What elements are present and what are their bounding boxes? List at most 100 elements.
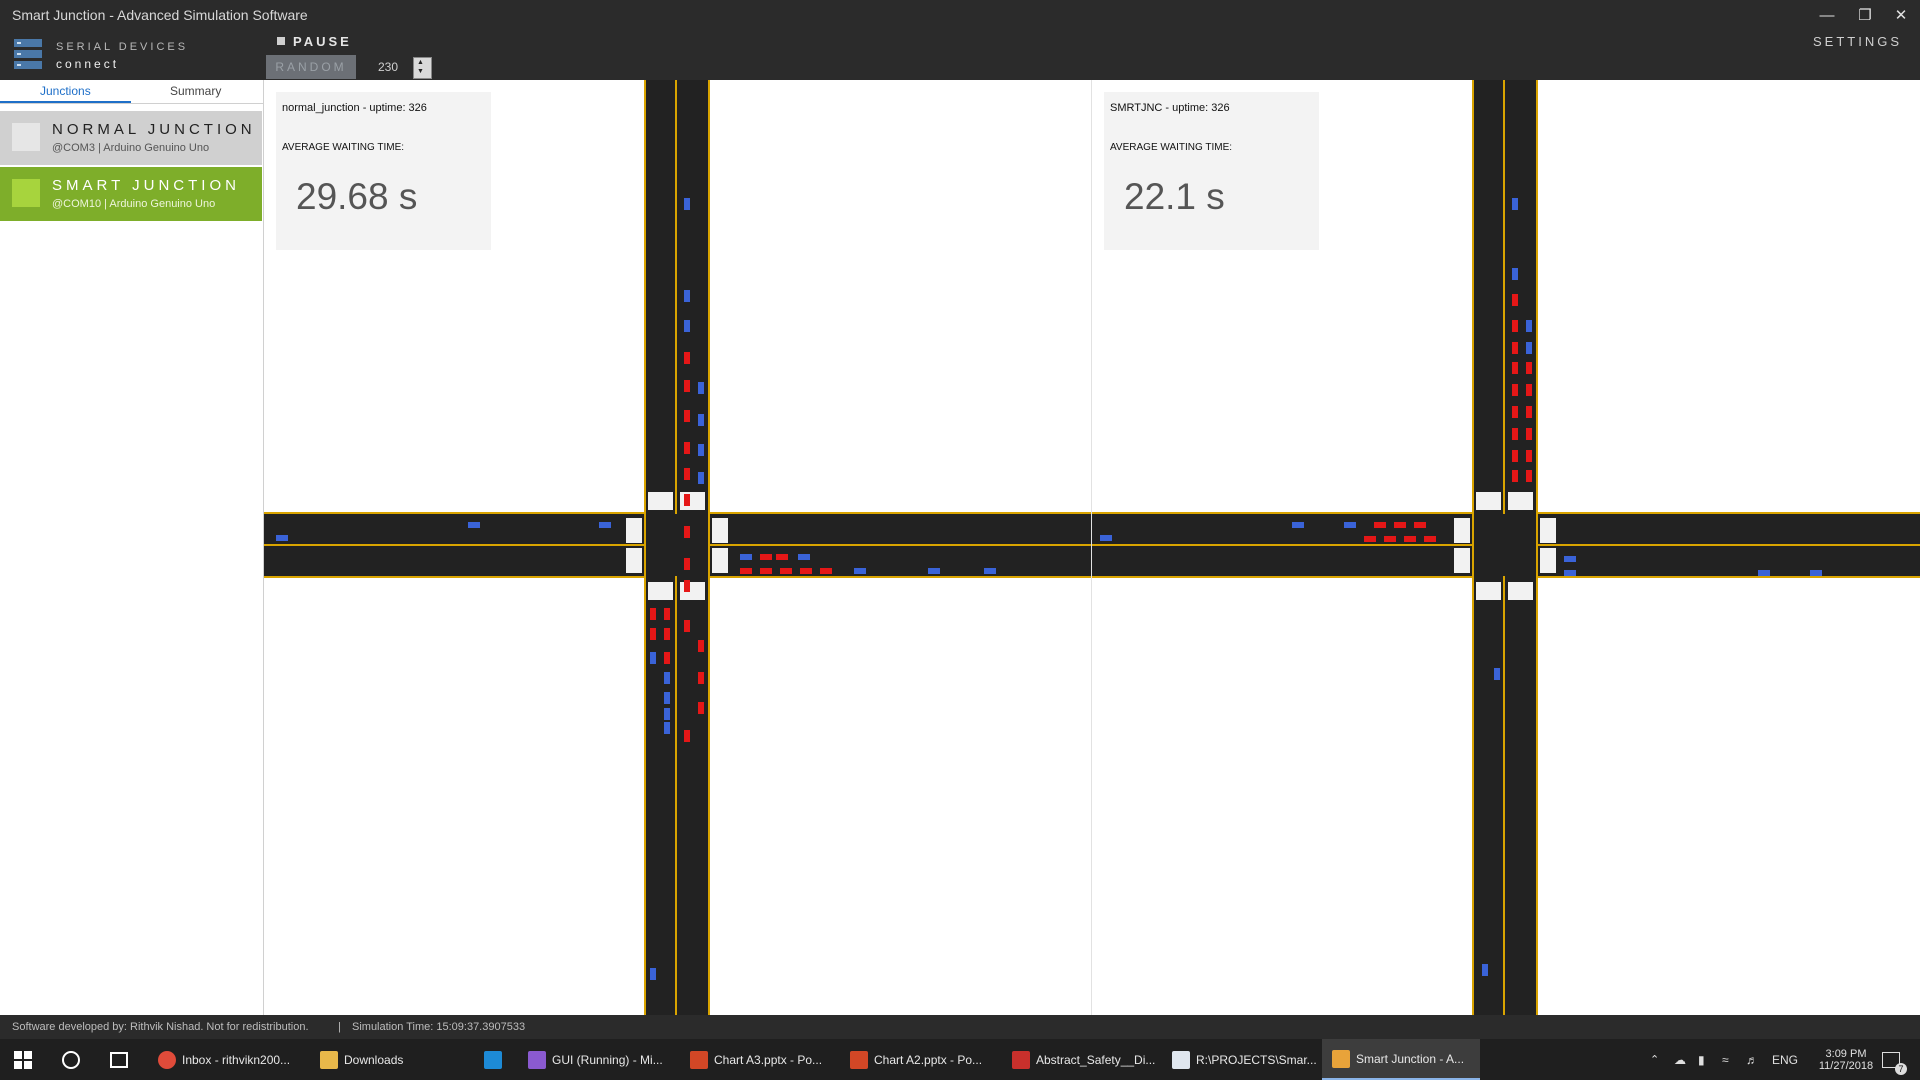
car bbox=[698, 382, 704, 394]
stats-panel-smart: SMRTJNC - uptime: 326 AVERAGE WAITING TI… bbox=[1104, 92, 1319, 250]
settings-button[interactable]: SETTINGS bbox=[1813, 34, 1902, 49]
taskbar-item-chart-a3[interactable]: Chart A3.pptx - Po... bbox=[690, 1039, 822, 1080]
car bbox=[684, 442, 690, 454]
car bbox=[1512, 268, 1518, 280]
stop-zone bbox=[680, 492, 705, 510]
car bbox=[1758, 570, 1770, 576]
lane-line bbox=[1472, 80, 1474, 1015]
taskbar-item-visual-studio[interactable]: GUI (Running) - Mi... bbox=[528, 1039, 663, 1080]
taskbar-item-smart-junction[interactable]: Smart Junction - A... bbox=[1322, 1039, 1480, 1080]
taskbar-item-explorer[interactable]: R:\PROJECTS\Smar... bbox=[1172, 1039, 1317, 1080]
tray-chevron-icon[interactable]: ⌃ bbox=[1650, 1039, 1659, 1080]
pause-button[interactable]: PAUSE bbox=[277, 34, 352, 49]
taskbar-item-chrome[interactable]: Inbox - rithvikn200... bbox=[158, 1039, 290, 1080]
junction-name: NORMAL JUNCTION bbox=[52, 121, 256, 138]
notification-icon: 7 bbox=[1882, 1051, 1907, 1075]
car bbox=[740, 568, 752, 574]
search-circle-icon bbox=[62, 1050, 80, 1069]
car bbox=[664, 672, 670, 684]
car bbox=[1526, 428, 1532, 440]
onedrive-icon[interactable]: ☁ bbox=[1674, 1039, 1686, 1080]
lane-line bbox=[644, 80, 646, 1015]
taskbar-item-label: Inbox - rithvikn200... bbox=[182, 1052, 291, 1067]
count-stepper[interactable]: ▲ ▼ bbox=[413, 57, 432, 79]
uptime-label: SMRTJNC - uptime: 326 bbox=[1110, 102, 1230, 114]
stop-zone bbox=[1508, 582, 1533, 600]
taskbar-item-chart-a2[interactable]: Chart A2.pptx - Po... bbox=[850, 1039, 982, 1080]
stop-zone bbox=[1540, 548, 1556, 573]
taskbar-item-vscode[interactable] bbox=[484, 1039, 508, 1080]
notifications-button[interactable]: 7 bbox=[1882, 1039, 1907, 1080]
language-indicator[interactable]: ENG bbox=[1772, 1039, 1798, 1080]
junction-name: SMART JUNCTION bbox=[52, 177, 240, 194]
car bbox=[1564, 570, 1576, 576]
car bbox=[684, 320, 690, 332]
clock-time: 3:09 PM bbox=[1825, 1047, 1867, 1060]
car bbox=[599, 522, 611, 528]
junction-item-normal[interactable]: NORMAL JUNCTION @COM3 | Arduino Genuino … bbox=[0, 111, 262, 165]
volume-icon[interactable]: ♬ bbox=[1746, 1039, 1758, 1080]
taskbar-item-downloads[interactable]: Downloads bbox=[320, 1039, 403, 1080]
car bbox=[276, 535, 288, 541]
cortana-button[interactable] bbox=[62, 1039, 80, 1080]
vehicle-count-value[interactable]: 230 bbox=[378, 60, 398, 74]
serial-devices-button[interactable]: SERIAL DEVICES connect bbox=[0, 30, 263, 80]
taskbar-item-pdf[interactable]: Abstract_Safety__Di... bbox=[1012, 1039, 1155, 1080]
car bbox=[1512, 294, 1518, 306]
car bbox=[1414, 522, 1426, 528]
simulation-area bbox=[264, 80, 1920, 1015]
car bbox=[1512, 342, 1518, 354]
junction-subtitle: @COM3 | Arduino Genuino Uno bbox=[52, 142, 210, 154]
car bbox=[1526, 406, 1532, 418]
stop-zone bbox=[1476, 492, 1501, 510]
car bbox=[854, 568, 866, 574]
close-button[interactable]: ✕ bbox=[1878, 0, 1920, 30]
car bbox=[1526, 342, 1532, 354]
car bbox=[1364, 536, 1376, 542]
spinner-up-icon[interactable]: ▲ bbox=[417, 59, 424, 66]
task-view-button[interactable] bbox=[110, 1039, 128, 1080]
clock-date: 11/27/2018 bbox=[1818, 1059, 1874, 1072]
window-icon bbox=[1172, 1050, 1190, 1069]
car bbox=[698, 640, 704, 652]
car bbox=[800, 568, 812, 574]
car bbox=[468, 522, 480, 528]
car bbox=[820, 568, 832, 574]
car bbox=[1512, 320, 1518, 332]
car bbox=[1100, 535, 1112, 541]
taskbar-item-label: Abstract_Safety__Di... bbox=[1036, 1052, 1156, 1067]
lane-line bbox=[708, 80, 710, 1015]
spinner-down-icon[interactable]: ▼ bbox=[417, 68, 424, 75]
status-separator: | bbox=[338, 1021, 341, 1033]
tab-summary[interactable]: Summary bbox=[170, 84, 221, 98]
stop-zone bbox=[712, 518, 728, 543]
random-button[interactable]: RANDOM bbox=[266, 55, 356, 79]
taskbar-item-label: Chart A3.pptx - Po... bbox=[714, 1052, 823, 1067]
car bbox=[684, 494, 690, 506]
clock[interactable]: 3:09 PM 11/27/2018 bbox=[1806, 1039, 1886, 1080]
taskbar-item-label: R:\PROJECTS\Smar... bbox=[1196, 1052, 1317, 1067]
car bbox=[650, 652, 656, 664]
wifi-icon[interactable]: ≈ bbox=[1722, 1039, 1729, 1080]
car bbox=[1526, 450, 1532, 462]
car bbox=[780, 568, 792, 574]
pause-label: PAUSE bbox=[293, 34, 352, 49]
window-title: Smart Junction - Advanced Simulation Sof… bbox=[12, 7, 308, 23]
car bbox=[1292, 522, 1304, 528]
junction-item-smart[interactable]: SMART JUNCTION @COM10 | Arduino Genuino … bbox=[0, 167, 262, 221]
tab-junctions[interactable]: Junctions bbox=[40, 84, 91, 98]
car bbox=[740, 554, 752, 560]
stop-zone bbox=[1454, 548, 1470, 573]
car bbox=[1526, 362, 1532, 374]
car bbox=[1404, 536, 1416, 542]
car bbox=[1512, 428, 1518, 440]
powerpoint-icon bbox=[690, 1050, 708, 1069]
avg-wait-label: AVERAGE WAITING TIME: bbox=[1110, 142, 1233, 153]
car bbox=[1494, 668, 1500, 680]
start-button[interactable] bbox=[14, 1039, 32, 1080]
battery-icon[interactable]: ▮ bbox=[1698, 1039, 1705, 1080]
car bbox=[684, 290, 690, 302]
car bbox=[798, 554, 810, 560]
car bbox=[928, 568, 940, 574]
taskbar-item-label: GUI (Running) - Mi... bbox=[552, 1052, 663, 1067]
